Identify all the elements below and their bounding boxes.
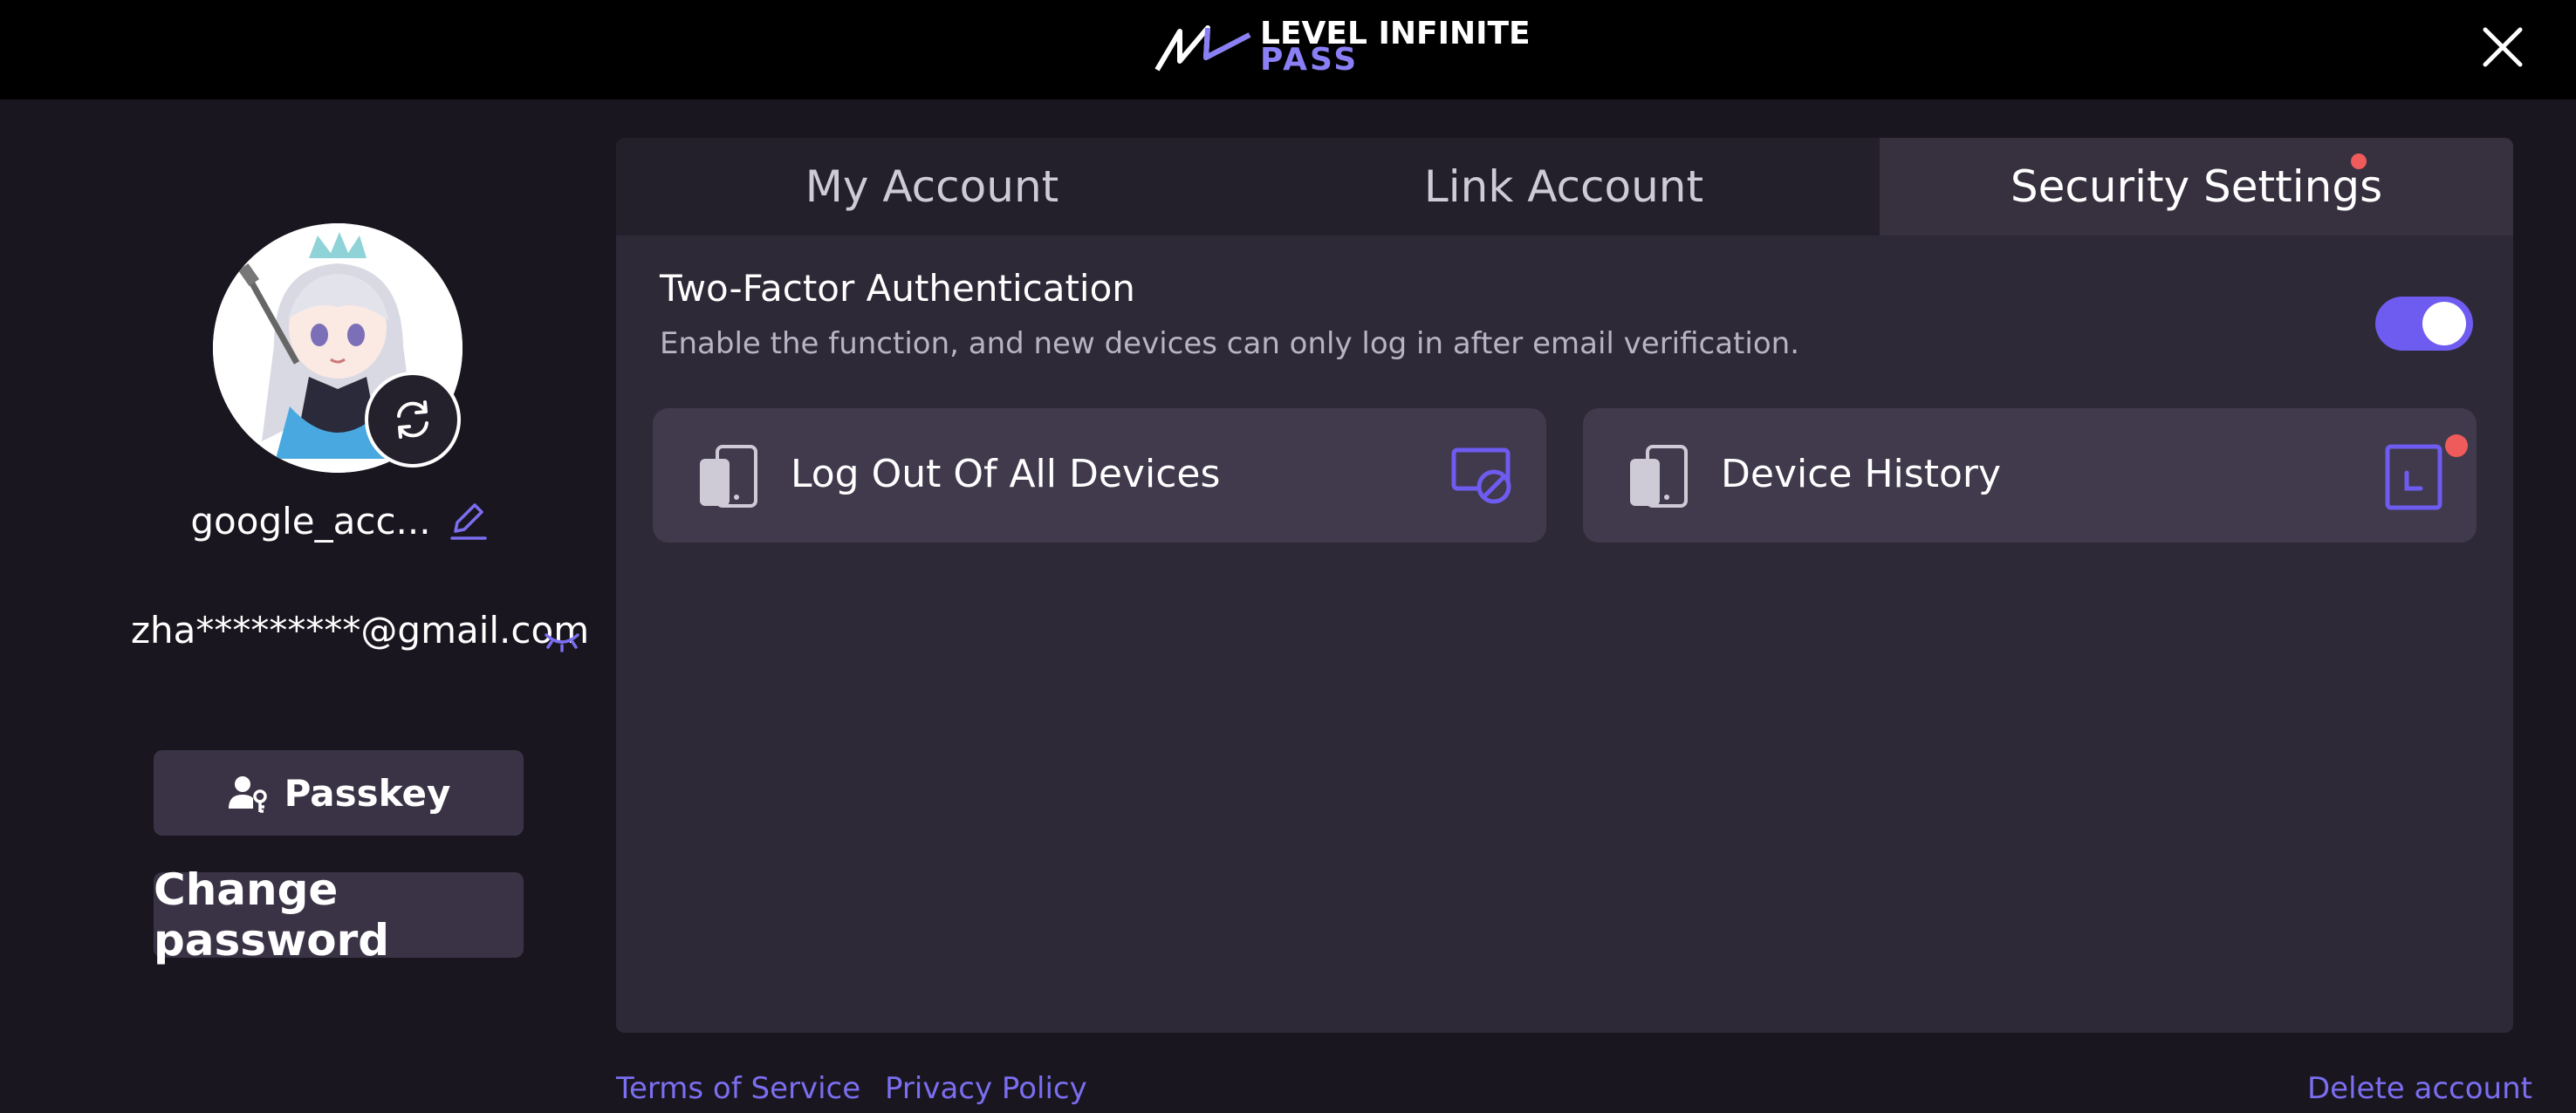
security-settings-content: Two-Factor Authentication Enable the fun…	[616, 236, 2513, 1033]
change-password-label: Change password	[154, 864, 390, 966]
card-label: Log Out Of All Devices	[791, 452, 1221, 496]
tab-label: Security Settings	[2010, 161, 2383, 212]
tab-label: Link Account	[1423, 161, 1704, 212]
username-row: google_acc...	[131, 490, 550, 551]
eye-closed-icon[interactable]	[541, 618, 583, 659]
top-bar: LEVEL INFINITE PASS	[0, 0, 2576, 99]
notification-dot	[2445, 434, 2468, 457]
devices-icon	[1630, 445, 1688, 508]
log-out-all-devices-card[interactable]: Log Out Of All Devices	[653, 408, 1546, 543]
close-icon[interactable]	[2475, 19, 2531, 75]
notification-dot	[2351, 154, 2367, 169]
tab-link-account[interactable]: Link Account	[1248, 138, 1880, 236]
passkey-label: Passkey	[284, 771, 451, 815]
change-password-button[interactable]: Change password	[154, 864, 524, 966]
pencil-icon[interactable]	[445, 498, 490, 543]
settings-panel: My Account Link Account Security Setting…	[616, 138, 2513, 1033]
avatar-container	[213, 223, 462, 473]
email-row: zha*********@gmail.com	[131, 605, 593, 710]
device-block-icon	[1451, 447, 1511, 504]
toggle-knob	[2422, 302, 2466, 345]
two-factor-toggle[interactable]	[2375, 297, 2473, 351]
privacy-policy-link[interactable]: Privacy Policy	[885, 1071, 1087, 1106]
level-infinite-logo-icon	[1154, 25, 1251, 72]
tab-my-account[interactable]: My Account	[616, 138, 1248, 236]
card-label: Device History	[1721, 452, 2001, 496]
two-factor-title: Two-Factor Authentication	[660, 267, 1135, 310]
devices-icon	[700, 445, 757, 508]
passkey-button[interactable]: Passkey	[154, 750, 524, 836]
brand-logo: LEVEL INFINITE PASS	[1154, 18, 1531, 76]
tab-bar: My Account Link Account Security Setting…	[616, 138, 2513, 236]
terms-of-service-link[interactable]: Terms of Service	[616, 1071, 860, 1106]
change-avatar-button[interactable]	[365, 372, 461, 468]
device-history-card[interactable]: Device History	[1583, 408, 2477, 543]
refresh-icon	[397, 400, 428, 439]
user-key-icon	[228, 776, 267, 813]
username: google_acc...	[190, 499, 431, 543]
tab-label: My Account	[805, 161, 1059, 212]
history-document-icon	[2385, 444, 2442, 510]
tab-security-settings[interactable]: Security Settings	[1880, 138, 2513, 236]
delete-account-link[interactable]: Delete account	[2307, 1071, 2532, 1106]
email-address: zha*********@gmail.com	[131, 609, 590, 652]
two-factor-description: Enable the function, and new devices can…	[660, 326, 1799, 361]
